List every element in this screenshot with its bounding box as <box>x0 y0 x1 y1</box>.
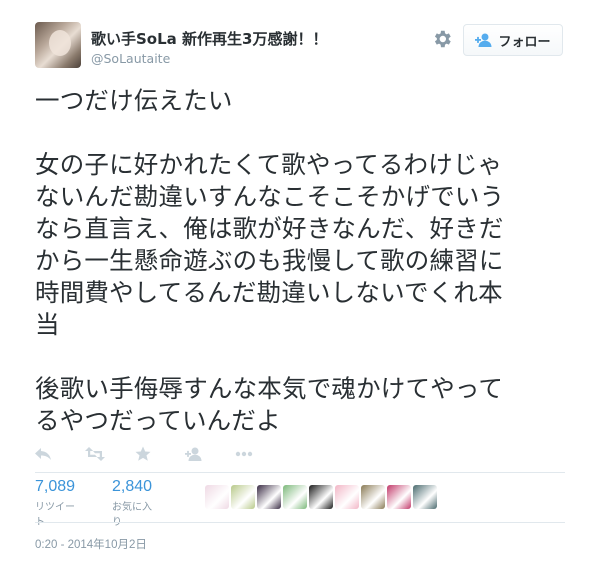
reply-icon[interactable] <box>35 444 85 464</box>
favoriter-avatar[interactable] <box>231 485 255 509</box>
tweet-line: るやつだっていんだよ <box>35 406 281 435</box>
tweet-actions <box>35 444 285 466</box>
timestamp[interactable]: 0:20 - 2014年10月2日 <box>35 536 147 552</box>
favoriter-avatar[interactable] <box>413 485 437 509</box>
tweet-line: 後歌い手侮辱すんな本気で魂かけてやって <box>35 374 504 403</box>
retweet-count: 7,089 <box>35 478 76 495</box>
favoriter-avatar[interactable] <box>335 485 359 509</box>
follow-icon[interactable] <box>185 444 235 464</box>
favoriter-avatar[interactable] <box>257 485 281 509</box>
follow-button[interactable]: フォロー <box>463 24 563 56</box>
tweet-line: なら直言え、俺は歌が好きなんだ、好きだ <box>35 214 504 243</box>
favoriter-avatar[interactable] <box>309 485 333 509</box>
tweet-line: 一つだけ伝えたい <box>35 86 233 115</box>
more-icon[interactable] <box>235 444 285 464</box>
retweet-stat[interactable]: 7,089 リツイート <box>35 478 75 528</box>
favoriter-avatar[interactable] <box>205 485 229 509</box>
tweet-line: から一生懸命遊ぶのも我慢して歌の練習に <box>35 246 504 275</box>
favoriter-avatar[interactable] <box>387 485 411 509</box>
favorite-label: お気に入り <box>112 502 152 528</box>
tweet-line: 女の子に好かれたくて歌やってるわけじゃ <box>35 150 503 179</box>
avatar[interactable] <box>35 22 81 68</box>
tweet-line: 時間費やしてるんだ勘違いしないでくれ本 <box>35 278 503 307</box>
tweet-text: 一つだけ伝えたい 女の子に好かれたくて歌やってるわけじゃ ないんだ勘違いすんなこ… <box>35 85 575 437</box>
add-user-icon <box>475 33 493 47</box>
divider <box>35 522 565 523</box>
retweet-label: リツイート <box>35 502 75 528</box>
favorite-icon[interactable] <box>135 444 185 464</box>
tweet-line: 当 <box>35 310 60 339</box>
retweet-icon[interactable] <box>85 444 135 464</box>
favorite-count: 2,840 <box>112 478 153 495</box>
divider <box>35 472 565 473</box>
display-name[interactable]: 歌い手SoLa 新作再生3万感謝！！ <box>91 28 327 49</box>
favoriter-avatars <box>205 485 437 509</box>
follow-button-label: フォロー <box>498 33 551 49</box>
favoriter-avatar[interactable] <box>361 485 385 509</box>
screen-name[interactable]: @SoLautaite <box>91 51 170 66</box>
favorite-stat[interactable]: 2,840 お気に入り <box>112 478 152 528</box>
gear-icon[interactable] <box>431 28 453 50</box>
tweet-header: 歌い手SoLa 新作再生3万感謝！！ @SoLautaite フォロー <box>35 22 575 72</box>
tweet-line: ないんだ勘違いすんなこそこそかげでいう <box>35 182 505 211</box>
favoriter-avatar[interactable] <box>283 485 307 509</box>
